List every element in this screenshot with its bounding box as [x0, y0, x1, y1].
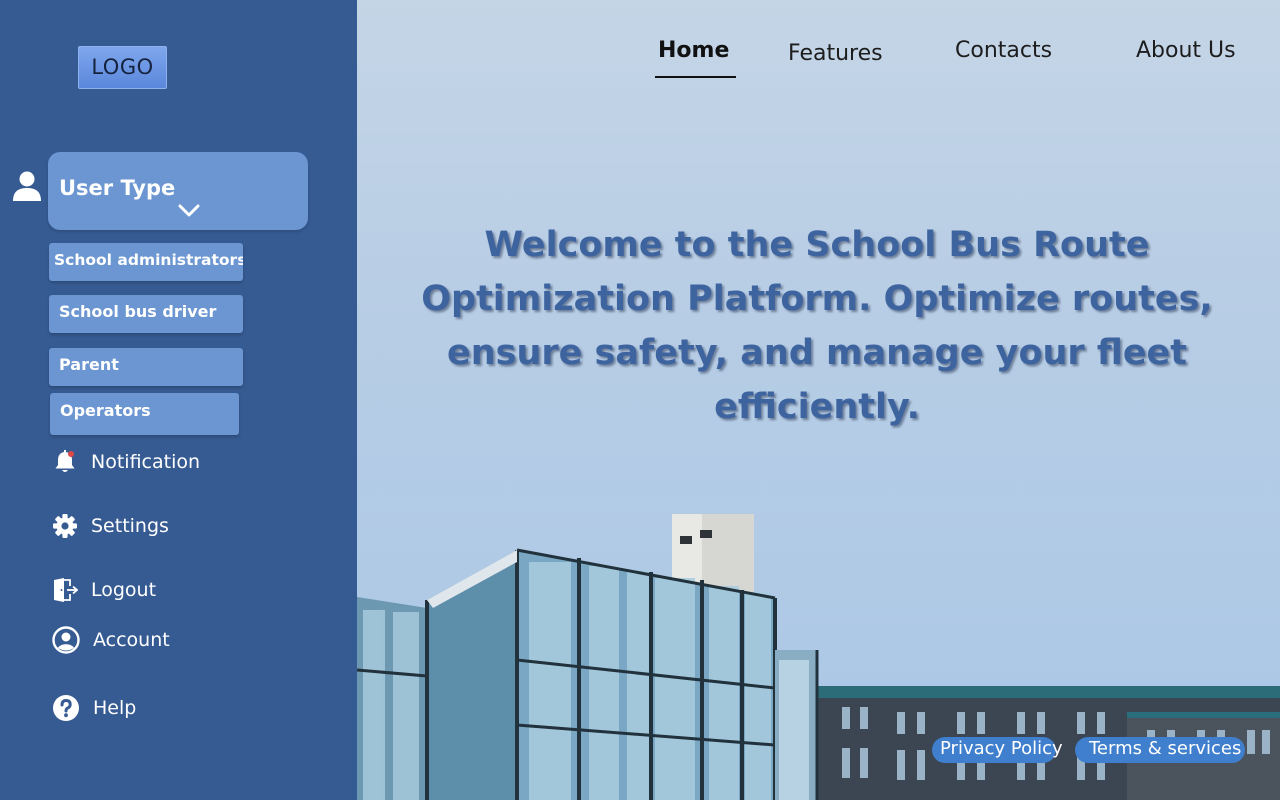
- chevron-down-icon: [177, 178, 201, 217]
- privacy-policy-link[interactable]: Privacy Policy: [932, 737, 1063, 763]
- hero-headline: Welcome to the School Bus Route Optimiza…: [421, 225, 1213, 427]
- sidebar-item-account[interactable]: Account: [52, 624, 170, 656]
- gear-icon: [52, 513, 78, 539]
- help-circle-icon: [52, 694, 80, 722]
- nav-home[interactable]: Home: [658, 38, 729, 63]
- sidebar-item-notification[interactable]: Notification: [52, 446, 200, 478]
- user-icon: [12, 170, 42, 202]
- user-type-option-school-administrators[interactable]: School administrators: [49, 243, 243, 281]
- logout-door-icon: [52, 577, 78, 603]
- account-circle-icon: [52, 626, 80, 654]
- sidebar-item-label: Notification: [91, 451, 201, 473]
- terms-services-link[interactable]: Terms & services: [1075, 737, 1245, 763]
- user-type-option-operators[interactable]: Operators: [50, 393, 239, 435]
- user-type-dropdown[interactable]: User Type: [48, 152, 308, 230]
- user-type-label: User Type: [59, 176, 176, 200]
- sidebar-item-settings[interactable]: Settings: [52, 510, 169, 542]
- user-type-option-school-bus-driver[interactable]: School bus driver: [49, 295, 243, 333]
- sidebar-item-label: Help: [93, 697, 137, 719]
- sidebar-item-logout[interactable]: Logout: [52, 574, 156, 606]
- sidebar-item-label: Settings: [91, 515, 169, 537]
- sidebar-item-label: Account: [93, 629, 170, 651]
- nav-about-us[interactable]: About Us: [1136, 38, 1236, 63]
- sidebar-item-help[interactable]: Help: [52, 692, 136, 724]
- active-nav-underline: [655, 76, 736, 78]
- nav-features[interactable]: Features: [788, 41, 883, 66]
- logo[interactable]: LOGO: [78, 46, 167, 89]
- bell-icon: [52, 449, 78, 475]
- sidebar-item-label: Logout: [91, 579, 157, 601]
- user-type-option-parent[interactable]: Parent: [49, 348, 243, 386]
- hero-section: Home Features Contacts About Us Welcome …: [357, 0, 1280, 800]
- nav-contacts[interactable]: Contacts: [955, 38, 1052, 63]
- sidebar: LOGO User Type School administrators Sch…: [0, 0, 357, 800]
